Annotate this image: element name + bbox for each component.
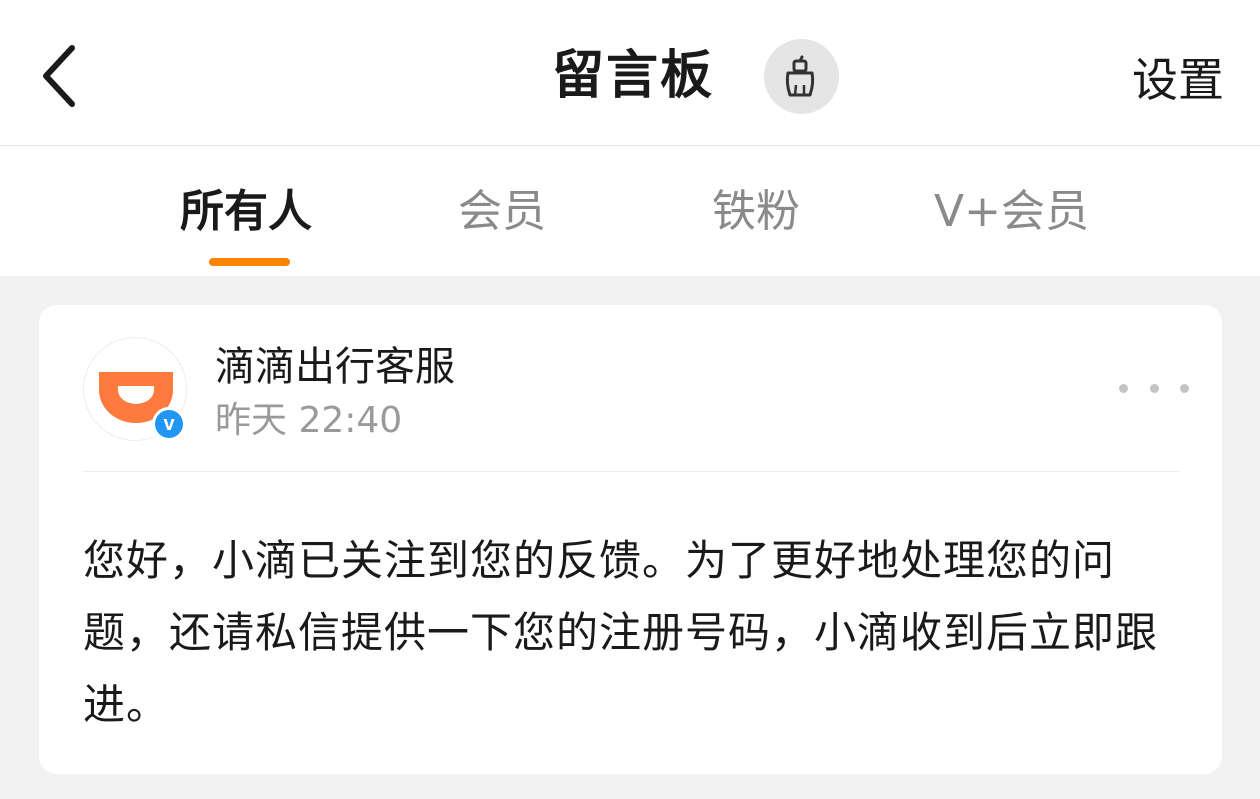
message-content: 您好，小滴已关注到您的反馈。为了更好地处理您的问题，还请私信提供一下您的注册号码… [83,536,1159,729]
settings-button[interactable]: 设置 [1132,50,1224,110]
more-options-button[interactable] [1119,373,1189,403]
chevron-left-icon [43,45,75,107]
message-card: v 滴滴出行客服 昨天 22:40 您好，小滴已关注到您的反馈。为了更好地处理您… [39,305,1222,774]
tab-bar: 所有人 会员 铁粉 V+会员 [0,146,1260,276]
clean-button[interactable] [764,39,839,114]
top-nav-bar: 留言板 设置 [0,0,1260,146]
message-time: 昨天 22:40 [215,400,403,441]
author-name[interactable]: 滴滴出行客服 [215,341,455,393]
tab-v-plus-members[interactable]: V+会员 [934,184,1089,240]
broom-icon [785,55,814,96]
more-dots-icon [1119,383,1128,393]
page-title: 留言板 [552,46,715,106]
more-dots-icon [1180,383,1189,393]
back-button[interactable] [30,40,86,112]
tab-members[interactable]: 会员 [458,184,546,240]
divider [83,471,1179,472]
active-tab-indicator [209,258,290,266]
tab-iron-fans[interactable]: 铁粉 [712,184,800,240]
verified-badge-icon: v [152,407,186,441]
more-dots-icon [1149,383,1159,393]
tab-everyone[interactable]: 所有人 [180,184,312,240]
